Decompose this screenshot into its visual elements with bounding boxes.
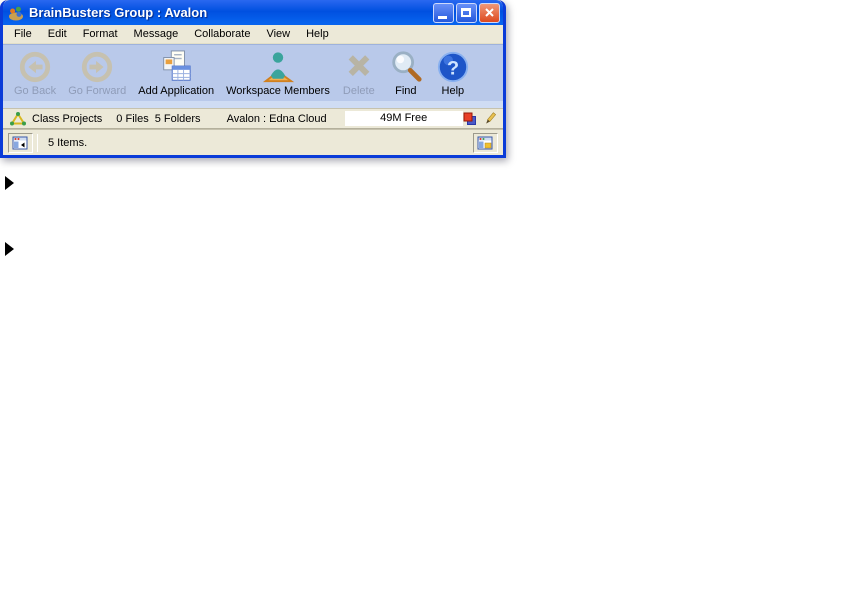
account-label: Avalon : Edna Cloud [227,113,327,125]
close-button[interactable] [479,3,500,23]
menu-edit[interactable]: Edit [40,25,75,43]
svg-text:?: ? [447,58,459,80]
view-toggle-cell[interactable] [473,133,498,153]
front-statusbar: 5 Items. [3,129,503,155]
close-icon [484,7,495,18]
menu-file[interactable]: File [6,25,40,43]
edit-pencil-icon[interactable] [484,112,496,126]
toolbar-label: Go Forward [68,85,126,97]
front-status-text: 5 Items. [42,137,87,149]
toolbar-label: Find [395,85,416,97]
workspace-members-button[interactable]: Workspace Members [220,49,336,97]
delete-icon [342,50,376,84]
add-application-button[interactable]: Add Application [132,49,220,97]
menu-message[interactable]: Message [126,25,187,43]
toolbar-label: Workspace Members [226,85,330,97]
menu-help[interactable]: Help [298,25,337,43]
expand-pane-handle[interactable] [5,176,14,190]
toolbar-label: Help [442,85,465,97]
location-label: Class Projects [32,113,102,125]
delete-button: Delete [336,49,382,97]
expand-pane-handle[interactable] [5,242,14,256]
minimize-button[interactable] [433,3,454,23]
find-button[interactable]: Find [382,49,430,97]
find-icon [388,50,424,84]
maximize-button[interactable] [456,3,477,23]
help-icon: ? [436,50,470,84]
pane-toggle-cell[interactable] [8,133,33,153]
workspace-members-icon [260,50,296,84]
files-count: 0 Files [116,113,148,125]
go-forward-icon [80,50,114,84]
menu-format[interactable]: Format [75,25,126,43]
folders-count: 5 Folders [155,113,201,125]
go-forward-button: Go Forward [62,49,132,97]
toolbar-label: Add Application [138,85,214,97]
infobar: Class Projects 0 Files 5 Folders Avalon … [3,108,503,129]
go-back-icon [18,50,52,84]
app-icon [8,5,24,21]
menu-collaborate[interactable]: Collaborate [186,25,258,43]
go-back-button: Go Back [8,49,62,97]
help-button[interactable]: ? Help [430,49,476,97]
window-brainbusters-group: BrainBusters Group : Avalon File Edit Fo… [0,0,506,158]
sync-squares-icon[interactable] [463,112,477,126]
free-space-indicator: 49M Free [345,111,463,126]
window-title: BrainBusters Group : Avalon [29,5,207,20]
add-application-icon [158,50,194,84]
toolbar: Go Back Go Forward [3,44,503,108]
view-toggle-icon [477,135,494,151]
menu-view[interactable]: View [258,25,298,43]
toolbar-label: Go Back [14,85,56,97]
class-projects-icon [10,111,26,127]
titlebar-brainbusters-group[interactable]: BrainBusters Group : Avalon [3,0,503,25]
toolbar-label: Delete [343,85,375,97]
menubar: File Edit Format Message Collaborate Vie… [3,25,503,44]
pane-toggle-icon [12,135,29,151]
